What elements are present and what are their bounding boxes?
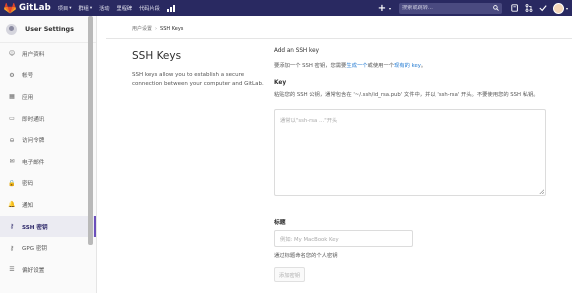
account-icon: ⚙ bbox=[9, 71, 15, 79]
title-input[interactable]: 例如: My MacBook Key bbox=[274, 230, 413, 247]
add-key-button[interactable]: 添加密钥 bbox=[274, 267, 305, 282]
applications-icon: ▦ bbox=[9, 93, 15, 101]
chat-icon: ▭ bbox=[9, 115, 15, 123]
nav-milestones[interactable]: 里程碑 bbox=[117, 5, 133, 12]
sidebar-item-label: GPG 密钥 bbox=[22, 246, 48, 253]
sidebar-item-label: 应用 bbox=[22, 94, 34, 101]
user-avatar[interactable] bbox=[552, 2, 564, 14]
gitlab-brand[interactable]: GitLab bbox=[0, 0, 51, 16]
breadcrumb-current[interactable]: SSH Keys bbox=[160, 26, 183, 32]
form-heading: Add an SSH key bbox=[274, 48, 319, 54]
sidebar-item[interactable]: ▦ 应用 bbox=[0, 86, 96, 108]
key-textarea[interactable]: 通常以"ssh-rsa …"开头 bbox=[274, 108, 546, 196]
sidebar-item[interactable]: 🔔 通知 bbox=[0, 194, 96, 216]
lock-icon: 🔒 bbox=[8, 179, 16, 187]
nav-groups-label: 群组 bbox=[78, 5, 89, 12]
title-placeholder: 例如: My MacBook Key bbox=[280, 236, 339, 243]
sidebar-item-label: 帐号 bbox=[22, 73, 34, 80]
section-description: SSH keys allow you to establish a secure… bbox=[132, 72, 264, 87]
nav-projects[interactable]: 项目 ▾ bbox=[58, 5, 72, 12]
sidebar-nav: ☺ 用户资料 ⚙ 帐号 ▦ 应用 ▭ 即时通讯 ⊖ 访问令牌 ✉ 电子邮件 🔒 密码 🔔 通知 ⚷ SSH 密钥 ⚷… bbox=[0, 43, 96, 281]
sidebar-item[interactable]: ⊖ 访问令牌 bbox=[0, 129, 96, 151]
sidebar-item-label: 用户资料 bbox=[22, 51, 45, 58]
key-help-text: 粘贴您的 SSH 公钥，通常包含在 '~/.ssh/id_rsa.pub' 文件… bbox=[274, 92, 539, 98]
plus-icon[interactable]: + bbox=[375, 0, 389, 16]
sidebar-item-label: 密码 bbox=[22, 181, 34, 188]
section-intro: SSH Keys SSH keys allow you to establish… bbox=[132, 50, 267, 89]
sidebar-item[interactable]: ☺ 用户资料 bbox=[0, 43, 96, 65]
sidebar-item[interactable]: 🔒 密码 bbox=[0, 173, 96, 195]
sidebar-header[interactable]: User Settings bbox=[0, 16, 96, 43]
nav-activity[interactable]: 活动 bbox=[99, 5, 109, 12]
add-key-form: Add an SSH key 要添加一个 SSH 密钥，您需要生成一个或使用一个… bbox=[274, 48, 546, 196]
nav-projects-label: 项目 bbox=[57, 5, 69, 12]
todo-icon[interactable] bbox=[536, 0, 550, 16]
sidebar-item[interactable]: ▭ 即时通讯 bbox=[0, 108, 96, 130]
generate-key-link[interactable]: 生成一个 bbox=[346, 63, 367, 69]
breadcrumb-separator-icon: › bbox=[155, 26, 158, 32]
token-icon: ⊖ bbox=[9, 136, 15, 144]
nav-groups[interactable]: 群组 ▾ bbox=[78, 5, 92, 12]
gpg-key-icon: ⚷ bbox=[9, 244, 15, 252]
intro-prefix: 要添加一个 SSH 密钥，您需要 bbox=[274, 63, 347, 69]
chevron-down-icon[interactable]: ▾ bbox=[389, 6, 391, 11]
sidebar-item-label: 访问令牌 bbox=[22, 138, 45, 145]
chevron-down-icon: ▾ bbox=[69, 5, 72, 11]
sidebar-item[interactable]: ✉ 电子邮件 bbox=[0, 151, 96, 173]
title-label: 标题 bbox=[274, 220, 286, 226]
settings-sidebar: User Settings ☺ 用户资料 ⚙ 帐号 ▦ 应用 ▭ 即时通讯 ⊖ 访问令牌 ✉ 电子邮件… bbox=[0, 16, 97, 293]
sidebar-item-label: 偏好设置 bbox=[22, 267, 45, 274]
notification-icon: 🔔 bbox=[8, 201, 16, 209]
profile-icon: ☺ bbox=[8, 50, 16, 58]
key-placeholder: 通常以"ssh-rsa …"开头 bbox=[280, 117, 338, 124]
user-avatar-icon bbox=[6, 23, 17, 35]
page-title: SSH Keys bbox=[132, 50, 182, 62]
sidebar-title: User Settings bbox=[25, 25, 74, 33]
breadcrumb-parent[interactable]: 用户设置 bbox=[132, 26, 152, 32]
gitlab-logo-icon bbox=[4, 2, 16, 13]
existing-key-link[interactable]: 现有的 key bbox=[394, 63, 421, 69]
top-navbar: GitLab 项目▾ 群组▾ 活动 里程碑 代码片段 + ▾ ▾ bbox=[0, 0, 572, 16]
email-icon: ✉ bbox=[9, 158, 15, 166]
merge-request-icon[interactable] bbox=[522, 0, 536, 16]
search-field[interactable] bbox=[398, 2, 502, 14]
header-divider bbox=[106, 38, 572, 39]
sidebar-item-label: 电子邮件 bbox=[22, 159, 45, 166]
sidebar-scrollbar[interactable] bbox=[88, 16, 93, 245]
sidebar-item[interactable]: ☰ 偏好设置 bbox=[0, 259, 96, 281]
issues-icon[interactable] bbox=[508, 0, 522, 16]
chart-icon[interactable] bbox=[167, 4, 177, 12]
sidebar-item-label: SSH 密钥 bbox=[22, 224, 48, 231]
breadcrumb: 用户设置 › SSH Keys bbox=[132, 25, 183, 32]
key-label: Key bbox=[274, 80, 287, 86]
intro-middle: 或使用一个 bbox=[367, 63, 395, 69]
brand-name: GitLab bbox=[19, 3, 51, 13]
sidebar-item-label: 通知 bbox=[22, 202, 34, 209]
intro-suffix: 。 bbox=[420, 63, 427, 69]
sidebar-item[interactable]: ⚙ 帐号 bbox=[0, 65, 96, 87]
main-nav: 项目 ▾ 群组 ▾ 活动 里程碑 代码片段 bbox=[58, 4, 177, 12]
form-intro: 要添加一个 SSH 密钥，您需要生成一个或使用一个现有的 key。 bbox=[274, 61, 546, 69]
sidebar-item[interactable]: ⚷ SSH 密钥 bbox=[0, 215, 96, 238]
navbar-right: + ▾ ▾ bbox=[375, 0, 572, 16]
preferences-icon: ☰ bbox=[9, 266, 15, 274]
chevron-down-icon: ▾ bbox=[89, 5, 93, 11]
search-icon bbox=[493, 5, 499, 11]
sidebar-item[interactable]: ⚷ GPG 密钥 bbox=[0, 237, 96, 259]
search-input[interactable] bbox=[401, 5, 487, 11]
key-icon: ⚷ bbox=[9, 223, 15, 231]
nav-snippets[interactable]: 代码片段 bbox=[139, 5, 160, 12]
sidebar-item-label: 即时通讯 bbox=[22, 116, 45, 123]
resize-handle-icon[interactable] bbox=[539, 188, 544, 194]
chevron-down-icon[interactable]: ▾ bbox=[566, 6, 568, 11]
title-help-text: 通过标题命名您的个人密钥 bbox=[274, 253, 338, 259]
